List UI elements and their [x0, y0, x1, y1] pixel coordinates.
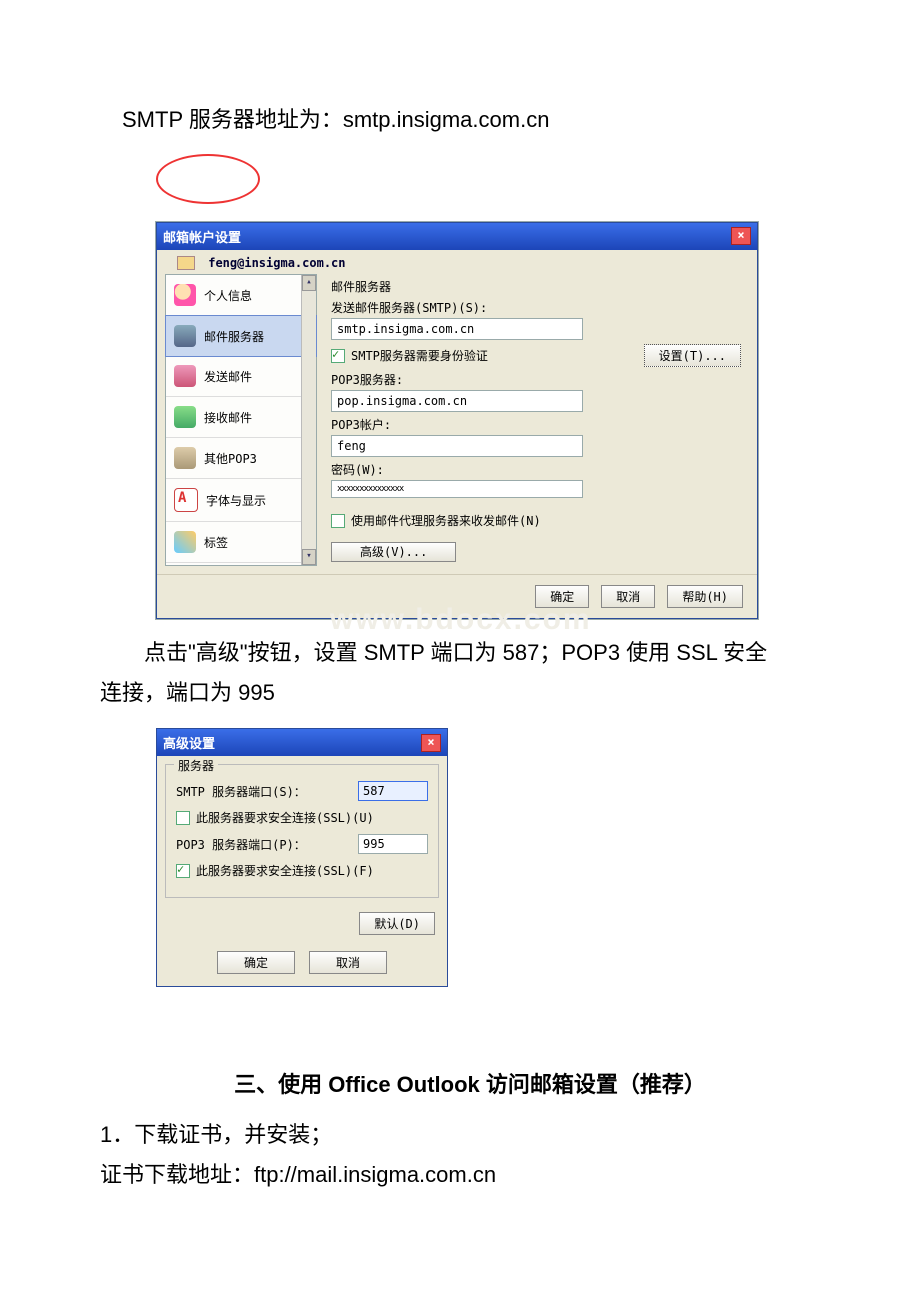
pop3-ssl-label: 此服务器要求安全连接(SSL)(F): [196, 862, 374, 879]
person-icon: [174, 284, 196, 306]
group-title: 邮件服务器: [331, 278, 741, 295]
sidebar-scrollbar[interactable]: ▴ ▾: [301, 275, 316, 565]
server-fieldset: 服务器 SMTP 服务器端口(S)： 587 此服务器要求安全连接(SSL)(U…: [165, 764, 439, 898]
sidebar-item-label: 其他POP3: [204, 450, 257, 467]
account-header: feng@insigma.com.cn: [157, 250, 757, 271]
cancel-button[interactable]: 取消: [309, 951, 387, 974]
sidebar-item-label: 字体与显示: [206, 492, 266, 509]
cancel-button[interactable]: 取消: [601, 585, 655, 608]
account-email: feng@insigma.com.cn: [208, 256, 345, 270]
smtp-auth-label: SMTP服务器需要身份验证: [351, 347, 488, 364]
default-button[interactable]: 默认(D): [359, 912, 435, 935]
dialog2-title: 高级设置: [163, 733, 421, 752]
smtp-input[interactable]: smtp.insigma.com.cn: [331, 318, 583, 340]
smtp-label: 发送邮件服务器(SMTP)(S):: [331, 299, 741, 316]
tag-icon: [174, 531, 196, 553]
smtp-port-label: SMTP 服务器端口(S)：: [176, 783, 358, 800]
dialog2-titlebar[interactable]: 高级设置 ×: [157, 729, 447, 756]
receive-icon: [174, 406, 196, 428]
smtp-ssl-label: 此服务器要求安全连接(SSL)(U): [196, 809, 374, 826]
sidebar-item-send[interactable]: 发送邮件: [166, 356, 316, 397]
pop3-label: POP3服务器:: [331, 371, 741, 388]
sidebar-item-label: 标签: [204, 534, 228, 551]
pop3-ssl-checkbox[interactable]: [176, 864, 190, 878]
ok-button[interactable]: 确定: [217, 951, 295, 974]
mailserver-pane: 邮件服务器 发送邮件服务器(SMTP)(S): smtp.insigma.com…: [323, 274, 749, 566]
server-icon: [174, 325, 196, 347]
close-icon[interactable]: ×: [731, 227, 751, 245]
pop3-input[interactable]: pop.insigma.com.cn: [331, 390, 583, 412]
smtp-port-input[interactable]: 587: [358, 781, 428, 801]
red-oval-annotation: [156, 154, 260, 204]
sidebar-item-profile[interactable]: 个人信息: [166, 275, 316, 316]
font-icon: [174, 488, 198, 512]
smtp-address-line: SMTP 服务器地址为：smtp.insigma.com.cn: [100, 100, 840, 140]
sidebar-item-label: 邮件服务器: [204, 328, 264, 345]
smtp-ssl-checkbox[interactable]: [176, 811, 190, 825]
help-button[interactable]: 帮助(H): [667, 585, 743, 608]
dialog1-title: 邮箱帐户设置: [163, 227, 731, 246]
advanced-button[interactable]: 高级(V)...: [331, 542, 456, 562]
sidebar-item-mailserver[interactable]: 邮件服务器: [165, 315, 317, 357]
settings-sidebar: 个人信息 邮件服务器 发送邮件 接收邮件 其他POP3 字体与显示 标签 ▴ ▾: [165, 274, 317, 566]
sidebar-item-tags[interactable]: 标签: [166, 522, 316, 563]
proxy-label: 使用邮件代理服务器来收发邮件(N): [351, 512, 541, 529]
sidebar-item-label: 个人信息: [204, 287, 252, 304]
account-settings-dialog: 邮箱帐户设置 × feng@insigma.com.cn 个人信息 邮件服务器 …: [156, 222, 758, 620]
step-1: 1．下载证书，并安装；: [100, 1115, 840, 1155]
pop3-port-label: POP3 服务器端口(P)：: [176, 836, 358, 853]
close-icon[interactable]: ×: [421, 734, 441, 752]
sidebar-item-otherpop3[interactable]: 其他POP3: [166, 438, 316, 479]
sidebar-item-label: 发送邮件: [204, 368, 252, 385]
pop3-port-input[interactable]: 995: [358, 834, 428, 854]
folder-icon: [177, 256, 195, 270]
sidebar-item-font[interactable]: 字体与显示: [166, 479, 316, 522]
section-three-heading: 三、使用 Office Outlook 访问邮箱设置（推荐）: [100, 1067, 840, 1099]
fieldset-legend: 服务器: [174, 757, 218, 774]
para-advanced-a: 点击"高级"按钮，设置 SMTP 端口为 587；POP3 使用 SSL 安全: [100, 633, 840, 673]
advanced-settings-dialog: 高级设置 × 服务器 SMTP 服务器端口(S)： 587 此服务器要求安全连接…: [156, 728, 448, 987]
password-input[interactable]: xxxxxxxxxxxxxxx: [331, 480, 583, 498]
send-icon: [174, 365, 196, 387]
proxy-checkbox[interactable]: [331, 514, 345, 528]
pop3-icon: [174, 447, 196, 469]
sidebar-item-label: 接收邮件: [204, 409, 252, 426]
smtp-auth-checkbox[interactable]: [331, 349, 345, 363]
cert-download-line: 证书下载地址：ftp://mail.insigma.com.cn: [100, 1155, 840, 1195]
smtp-settings-button[interactable]: 设置(T)...: [644, 344, 741, 367]
dialog1-titlebar[interactable]: 邮箱帐户设置 ×: [157, 223, 757, 250]
watermark-text: www.bdocx.com: [330, 603, 840, 637]
password-label: 密码(W):: [331, 461, 741, 478]
para-advanced-b: 连接，端口为 995: [100, 673, 840, 713]
sidebar-item-receive[interactable]: 接收邮件: [166, 397, 316, 438]
pop3-account-input[interactable]: feng: [331, 435, 583, 457]
scroll-up-icon[interactable]: ▴: [302, 275, 316, 291]
scroll-down-icon[interactable]: ▾: [302, 549, 316, 565]
pop3-account-label: POP3帐户:: [331, 416, 741, 433]
